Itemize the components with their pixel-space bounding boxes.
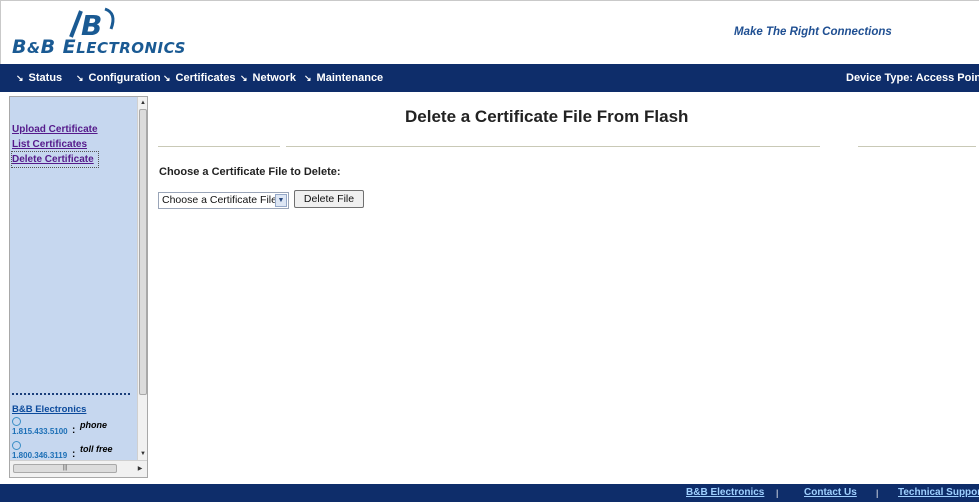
contact-title-link[interactable]: B&B Electronics [12, 404, 86, 415]
down-arrow-icon: ↘ [76, 73, 84, 83]
divider [158, 146, 280, 147]
delete-file-button[interactable]: Delete File [294, 190, 364, 208]
bb-electronics-logo[interactable]: B B&B ELECTRONICS [11, 7, 211, 61]
down-arrow-icon: ↘ [304, 73, 312, 83]
nav-configuration[interactable]: ↘ Configuration [76, 64, 161, 92]
header: B B&B ELECTRONICS Make The Right Connect… [0, 0, 979, 64]
sidebar-link-upload-certificate[interactable]: Upload Certificate [12, 122, 98, 137]
logo-wordmark: B&B ELECTRONICS [12, 36, 186, 58]
scrollbar-thumb[interactable] [139, 109, 147, 395]
phone-icon [12, 417, 21, 426]
sidebar-vertical-scrollbar[interactable]: ▲ ▼ [137, 97, 147, 460]
toll-free-label: toll free [80, 444, 113, 454]
footer-link-bb-electronics[interactable]: B&B Electronics [686, 484, 764, 502]
choose-certificate-label: Choose a Certificate File to Delete: [159, 166, 341, 178]
divider [858, 146, 976, 147]
sidebar-horizontal-scrollbar[interactable]: ||| ▶ [10, 460, 147, 477]
divider [286, 146, 820, 147]
main-nav: ↘ Status ↘ Configuration ↘ Certificates ↘ Ne… [0, 64, 979, 92]
sidebar: Upload Certificate List Certificates Del… [9, 96, 148, 478]
footer: B&B Electronics | Contact Us | Technical… [0, 484, 979, 502]
footer-link-contact-us[interactable]: Contact Us [804, 484, 857, 502]
contact-row-phone: 1.815.433.5100 : phone [12, 417, 132, 439]
down-arrow-icon: ↘ [163, 73, 171, 83]
down-arrow-icon: ↘ [16, 73, 24, 83]
certificate-select-value: Choose a Certificate File... [162, 194, 286, 206]
phone-label: phone [80, 420, 107, 430]
certificate-file-select[interactable]: Choose a Certificate File... ▼ [158, 192, 289, 209]
logo-mark-icon: B [69, 7, 115, 39]
device-type-label: Device Type: Access Point [846, 72, 979, 84]
footer-separator: | [776, 488, 779, 498]
footer-separator: | [876, 488, 879, 498]
phone-number: 1.815.433.5100 [12, 427, 68, 436]
tagline: Make The Right Connections [734, 26, 892, 38]
scrollbar-thumb[interactable]: ||| [13, 464, 117, 473]
scroll-up-icon[interactable]: ▲ [138, 97, 147, 109]
phone-icon [12, 441, 21, 450]
svg-text:B: B [81, 9, 102, 39]
page-title: Delete a Certificate File From Flash [405, 107, 689, 126]
toll-free-number: 1.800.346.3119 [12, 451, 68, 460]
sidebar-link-list-certificates[interactable]: List Certificates [12, 137, 98, 152]
sidebar-links: Upload Certificate List Certificates Del… [11, 122, 99, 168]
nav-network[interactable]: ↘ Network [240, 64, 296, 92]
footer-link-technical-support[interactable]: Technical Support [898, 484, 979, 502]
divider [12, 393, 130, 395]
nav-maintenance[interactable]: ↘ Maintenance [304, 64, 383, 92]
nav-status[interactable]: ↘ Status [16, 64, 62, 92]
scroll-right-icon[interactable]: ▶ [134, 461, 146, 477]
nav-certificates[interactable]: ↘ Certificates [163, 64, 235, 92]
sidebar-link-delete-certificate[interactable]: Delete Certificate [11, 151, 99, 168]
down-arrow-icon: ↘ [240, 73, 248, 83]
scroll-down-icon[interactable]: ▼ [138, 448, 147, 460]
chevron-down-icon[interactable]: ▼ [275, 194, 287, 207]
